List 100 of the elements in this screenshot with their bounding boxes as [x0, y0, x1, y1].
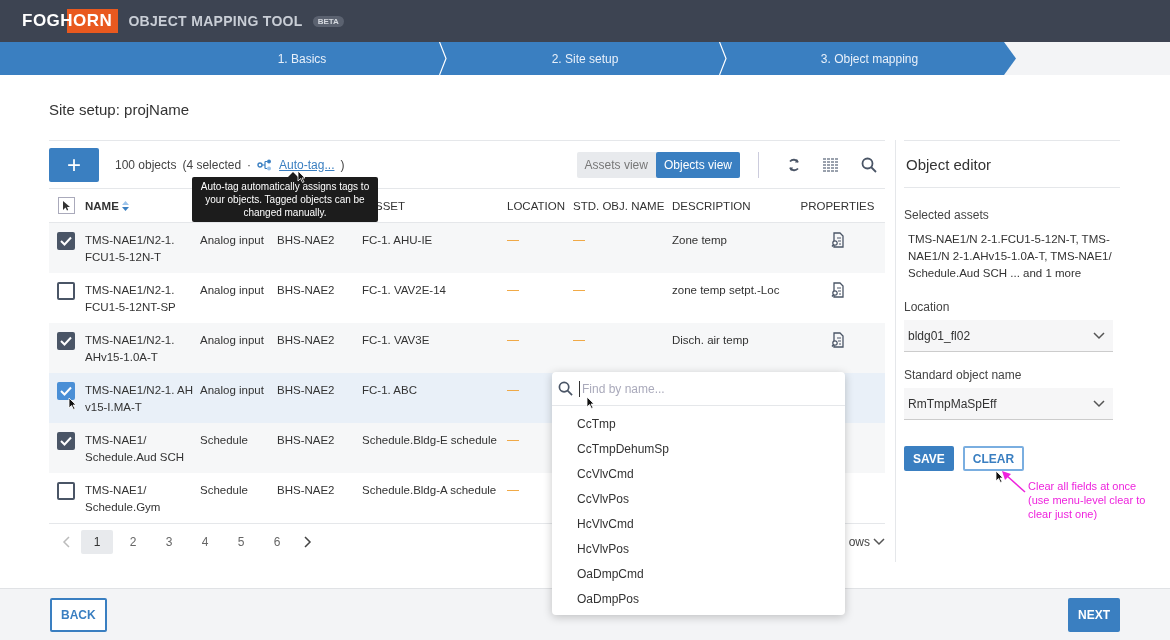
page-button[interactable]: 3 [153, 529, 185, 554]
table-cell-text: TMS-NAE1/N2-1. FCU1-5-12NT-SP [85, 283, 177, 315]
dropdown-option[interactable]: CcTmpDehumSp [552, 436, 845, 461]
table-cell-text: BHS-NAE2 [277, 433, 336, 448]
document-search-icon[interactable] [830, 332, 845, 348]
table-row[interactable]: TMS-NAE1/N2-1. AHv15-1.0A-T Analog input BHS-NAE2 FC-1. VAV3E — — Disch. air temp [49, 323, 885, 373]
rows-label: ows [848, 534, 870, 549]
page-button[interactable]: 2 [117, 529, 149, 554]
table-cell-text: Analog input [200, 333, 265, 348]
table-cell-text: Disch. air temp [672, 333, 750, 348]
selected-count: (4 selected [182, 157, 242, 172]
table-cell-text: Schedule.Bldg-A schedule [362, 483, 498, 498]
page-button[interactable]: 5 [225, 529, 257, 554]
table-cell-text: FC-1. AHU-IE [362, 233, 434, 248]
column-header: PROPERTIES [799, 199, 876, 212]
cursor-icon [297, 170, 306, 183]
save-button[interactable]: SAVE [904, 446, 954, 471]
table-cell-text: BHS-NAE2 [277, 333, 336, 348]
empty-value-dash: — [507, 482, 519, 499]
next-button[interactable]: NEXT [1068, 597, 1120, 632]
clear-button[interactable]: CLEAR [962, 446, 1025, 471]
document-search-icon[interactable] [830, 282, 845, 298]
closing-parenthesis: ) [340, 157, 345, 172]
page-button[interactable]: 1 [81, 529, 113, 554]
page-button[interactable]: 4 [189, 529, 221, 554]
field-label: Location [904, 300, 951, 314]
tooltip: Auto-tag automatically assigns tags to your objects. Tagged objects can be changed manually. [192, 177, 378, 222]
separator-dot: · [247, 157, 252, 172]
back-button[interactable]: BACK [50, 597, 107, 632]
add-button[interactable]: + [49, 147, 99, 182]
chevron-down-icon [1093, 331, 1105, 340]
dropdown-option[interactable]: HcVlvPos [552, 536, 845, 561]
table-cell-text: BHS-NAE2 [277, 233, 336, 248]
row-checkbox[interactable] [57, 382, 75, 400]
field-label: Selected assets [904, 208, 990, 222]
table-cell-text: TMS-NAE1/N2-1. AH v15-I.MA-T [85, 383, 194, 415]
annotation-arrow [1000, 470, 1026, 494]
table-cell-text: Analog input [200, 283, 265, 298]
table-cell-text: zone temp setpt.-Loc [672, 283, 781, 298]
app-title: OBJECT MAPPING TOOL [128, 13, 303, 29]
table-cell-text: FC-1. ABC [362, 383, 418, 398]
step-tab[interactable]: 3. Object mapping [731, 42, 1016, 75]
selected-assets-text: TMS-NAE1/N 2-1.FCU1-5-12N-T, TMS-NAE1/N 2-1.AHv15-1.0A-T, TMS-NAE1/ Schedule.Aud SCH ... and 1 more [908, 232, 1113, 281]
document-search-icon[interactable] [830, 232, 845, 248]
chevron-down-icon [1093, 399, 1105, 408]
table-cell-text: FC-1. VAV3E [362, 333, 431, 348]
nodes-icon [257, 158, 274, 171]
column-header: DESCRIPTION [672, 199, 752, 212]
cursor-icon [586, 396, 595, 409]
row-checkbox[interactable] [57, 482, 75, 500]
table-cell-text: BHS-NAE2 [277, 283, 336, 298]
table-cell-text: Analog input [200, 383, 265, 398]
page-title: Site setup: projName [49, 101, 191, 118]
row-checkbox[interactable] [57, 282, 75, 300]
row-checkbox[interactable] [57, 332, 75, 350]
table-cell-text: Schedule [200, 483, 249, 498]
beta-badge: BETA [312, 15, 344, 27]
cursor-icon [995, 470, 1004, 483]
empty-value-dash: — [573, 332, 585, 349]
table-cell-text: TMS-NAE1/ Schedule.Aud SCH [85, 433, 186, 465]
page-button[interactable]: 6 [261, 529, 293, 554]
dropdown-option[interactable]: CcVlvPos [552, 486, 845, 511]
empty-value-dash: — [507, 382, 519, 399]
empty-value-dash: — [573, 282, 585, 299]
select-field[interactable]: RmTmpMaSpEff [904, 388, 1113, 420]
step-tab[interactable]: 2. Site setup [451, 42, 719, 75]
object-count: 100 objects [115, 157, 177, 172]
table-cell-text: Zone temp [672, 233, 728, 248]
empty-value-dash: — [507, 432, 519, 449]
dropdown-option[interactable]: OaDmpPos [552, 586, 845, 611]
empty-value-dash: — [507, 232, 519, 249]
annotation-note: Clear all fields at once (use menu-level clear to clear just one) [1028, 479, 1147, 521]
step-tab[interactable]: 1. Basics [0, 42, 439, 75]
cursor-icon [68, 397, 77, 410]
table-cell-text: TMS-NAE1/ Schedule.Gym [85, 483, 162, 515]
table-cell-text: BHS-NAE2 [277, 383, 336, 398]
field-label: Standard object name [904, 368, 1023, 382]
empty-value-dash: — [507, 332, 519, 349]
column-header: STD. OBJ. NAME [573, 199, 666, 212]
view-toggle[interactable]: Objects view [655, 151, 740, 178]
auto-tag-link[interactable]: Auto-tag... [279, 157, 335, 172]
table-cell-text: TMS-NAE1/N2-1. FCU1-5-12N-T [85, 233, 176, 265]
empty-value-dash: — [507, 282, 519, 299]
view-toggle[interactable]: Assets view [576, 151, 656, 178]
table-cell-text: Schedule [200, 433, 249, 448]
column-header: LOCATION [507, 199, 566, 212]
table-row[interactable]: TMS-NAE1/N2-1. FCU1-5-12N-T Analog input BHS-NAE2 FC-1. AHU-IE — — Zone temp [49, 223, 885, 273]
select-field[interactable]: bldg01_fl02 [904, 320, 1113, 352]
dropdown-option[interactable]: OaDmpCmd [552, 561, 845, 586]
row-checkbox[interactable] [57, 232, 75, 250]
row-checkbox[interactable] [57, 432, 75, 450]
table-cell-text: TMS-NAE1/N2-1. AHv15-1.0A-T [85, 333, 176, 365]
table-cell-text: Analog input [200, 233, 265, 248]
table-cell-text: BHS-NAE2 [277, 483, 336, 498]
chevron-down-icon [873, 537, 885, 546]
table-cell-text: Schedule.Bldg-E schedule [362, 433, 498, 448]
search-icon [861, 156, 877, 173]
select-all-icon[interactable] [58, 197, 75, 214]
empty-value-dash: — [573, 232, 585, 249]
panel-title: Object editor [904, 140, 1120, 188]
